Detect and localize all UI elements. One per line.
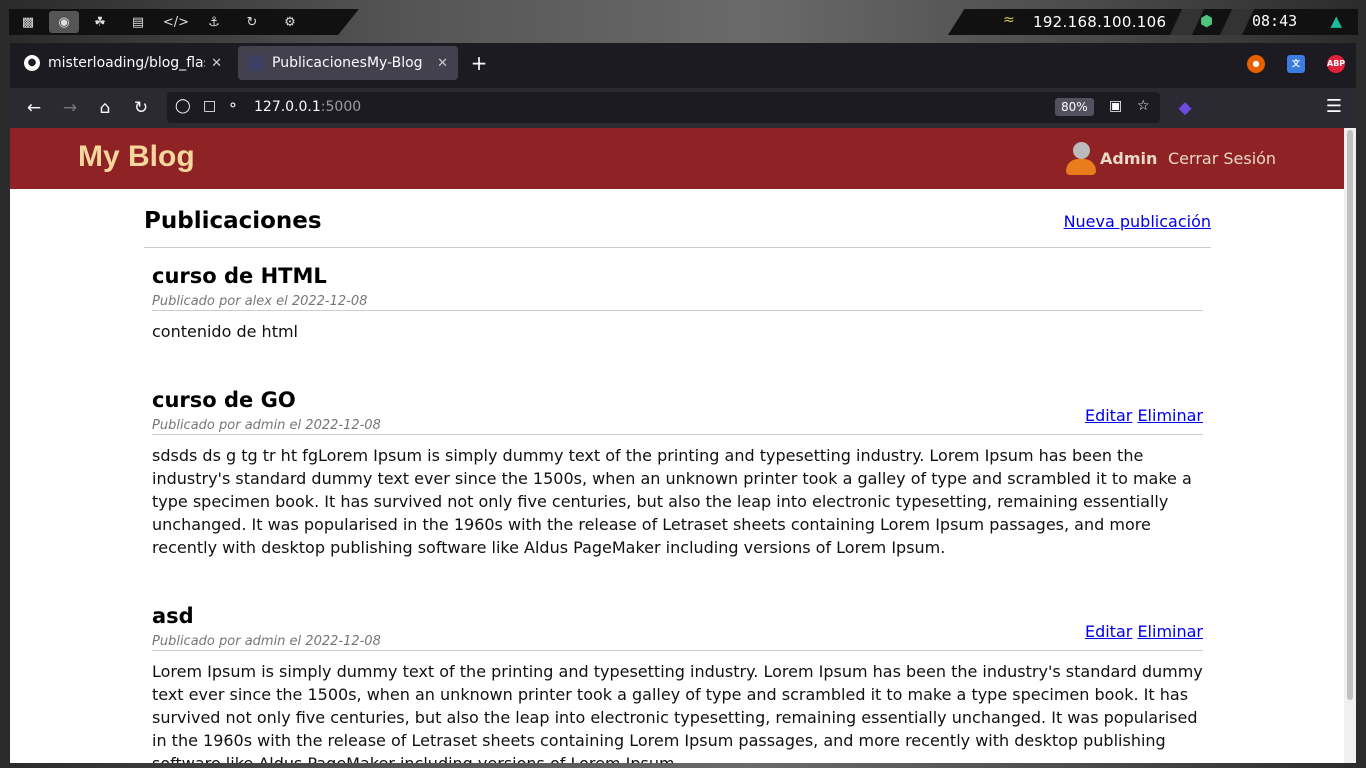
new-post-link[interactable]: Nueva publicación xyxy=(1064,212,1211,231)
clock: 08:43 xyxy=(1252,12,1298,30)
tab-publicaciones[interactable]: PublicacionesMy-Blog ✕ xyxy=(238,46,458,80)
loop-icon[interactable]: ↻ xyxy=(233,9,271,35)
translate-icon[interactable]: 文 xyxy=(1287,55,1305,73)
post-actions: Editar Eliminar xyxy=(1085,622,1203,641)
url-bar[interactable]: ◯ □ ⚬ 127.0.0.1:5000 80% ▣ ☆ xyxy=(167,92,1160,123)
menu-icon[interactable]: ☰ xyxy=(1326,96,1342,117)
page-title: Publicaciones xyxy=(144,208,322,234)
home-button[interactable]: ⌂ xyxy=(93,96,117,120)
bookmark-star-icon[interactable]: ☆ xyxy=(1137,98,1150,114)
post: curso de GO Publicado por admin el 2022-… xyxy=(152,372,1203,588)
docker-icon[interactable]: ⚓ xyxy=(195,9,233,35)
site-header: My Blog Admin Cerrar Sesión xyxy=(10,128,1344,189)
firefox-icon[interactable]: ◉ xyxy=(49,11,79,33)
forward-button[interactable]: → xyxy=(58,96,82,120)
post-body: Lorem Ipsum is simply dummy text of the … xyxy=(152,662,1203,763)
site-brand[interactable]: My Blog xyxy=(78,140,195,174)
post-header: curso de GO Publicado por admin el 2022-… xyxy=(152,372,1203,435)
main-content: Publicaciones Nueva publicación curso de… xyxy=(144,189,1211,763)
key-icon[interactable]: ⚬ xyxy=(227,98,239,114)
post-header: curso de HTML Publicado por alex el 2022… xyxy=(152,248,1203,311)
wifi-icon: ≈ xyxy=(1003,12,1015,28)
scrollbar-thumb[interactable] xyxy=(1347,130,1353,700)
tab-label: PublicacionesMy-Blog xyxy=(272,55,423,71)
panel-separator xyxy=(1169,9,1205,35)
post-body: contenido de html xyxy=(152,322,298,341)
tab-bar: ● misterloading/blog_flask ✕ Publicacion… xyxy=(10,43,1356,88)
post: curso de HTML Publicado por alex el 2022… xyxy=(152,248,1203,372)
tab-github[interactable]: ● misterloading/blog_flask ✕ xyxy=(14,46,232,80)
page-header: Publicaciones Nueva publicación xyxy=(144,189,1211,248)
new-tab-button[interactable]: + xyxy=(467,51,491,75)
zoom-level[interactable]: 80% xyxy=(1055,98,1094,116)
tab-label: misterloading/blog_flask xyxy=(48,55,206,71)
logout-link[interactable]: Cerrar Sesión xyxy=(1168,149,1276,168)
user-name: Admin xyxy=(1100,149,1158,168)
extension-icon[interactable]: ◆ xyxy=(1173,96,1197,120)
folder-icon[interactable]: ▤ xyxy=(119,9,157,35)
post-meta: Publicado por admin el 2022-12-08 xyxy=(152,634,381,649)
avatar xyxy=(1066,142,1096,175)
scrollbar[interactable] xyxy=(1344,128,1356,763)
post-title: asd xyxy=(152,604,194,628)
post-header: asd Publicado por admin el 2022-12-08 Ed… xyxy=(152,588,1203,651)
shield-icon[interactable]: ◯ xyxy=(175,98,191,114)
terminal-icon[interactable]: ▩ xyxy=(9,9,47,35)
system-panel: ▩ ◉ ☘ ▤ </> ⚓ ↻ ⚙ ≈ 192.168.100.106 ⬢ 08… xyxy=(9,9,1358,35)
edit-link[interactable]: Editar xyxy=(1085,622,1132,641)
cherry-icon[interactable]: ☘ xyxy=(81,9,119,35)
edit-link[interactable]: Editar xyxy=(1085,406,1132,425)
post-meta: Publicado por admin el 2022-12-08 xyxy=(152,418,381,433)
post: asd Publicado por admin el 2022-12-08 Ed… xyxy=(152,588,1203,763)
post-body: sdsds ds g tg tr ht fgLorem Ipsum is sim… xyxy=(152,446,1192,557)
delete-link[interactable]: Eliminar xyxy=(1137,622,1203,641)
back-button[interactable]: ← xyxy=(22,96,46,120)
close-icon[interactable]: ✕ xyxy=(211,56,222,71)
delete-link[interactable]: Eliminar xyxy=(1137,406,1203,425)
ip-address: 192.168.100.106 xyxy=(1033,13,1167,31)
post-meta: Publicado por alex el 2022-12-08 xyxy=(152,294,368,309)
page-info-icon[interactable]: □ xyxy=(203,98,216,114)
code-icon[interactable]: </> xyxy=(157,9,195,35)
navigation-toolbar: ← → ⌂ ↻ ◯ □ ⚬ 127.0.0.1:5000 80% ▣ ☆ ◆ ☰ xyxy=(10,88,1356,128)
url-text[interactable]: 127.0.0.1:5000 xyxy=(254,99,361,115)
page-icon xyxy=(248,55,264,71)
github-icon: ● xyxy=(24,55,40,71)
adblock-icon[interactable]: ABP xyxy=(1327,55,1345,73)
post-actions: Editar Eliminar xyxy=(1085,406,1203,425)
post-title: curso de HTML xyxy=(152,264,327,288)
package-icon[interactable]: ⬢ xyxy=(1200,12,1213,30)
post-title: curso de GO xyxy=(152,388,296,412)
workspace-launcher: ▩ ◉ ☘ ▤ </> ⚓ ↻ ⚙ xyxy=(9,9,359,35)
status-area: ≈ 192.168.100.106 ⬢ 08:43 ▲ xyxy=(948,9,1358,35)
arch-logo-icon[interactable]: ▲ xyxy=(1330,12,1342,30)
browser-window: ● misterloading/blog_flask ✕ Publicacion… xyxy=(10,43,1356,763)
panel-separator xyxy=(1219,9,1255,35)
translate-icon[interactable]: ▣ xyxy=(1109,98,1122,114)
settings-icon[interactable]: ⚙ xyxy=(271,9,309,35)
page-viewport: My Blog Admin Cerrar Sesión Publicacione… xyxy=(10,128,1356,763)
extension-icon[interactable]: ● xyxy=(1247,55,1265,73)
reload-button[interactable]: ↻ xyxy=(129,96,153,120)
close-icon[interactable]: ✕ xyxy=(437,56,448,71)
